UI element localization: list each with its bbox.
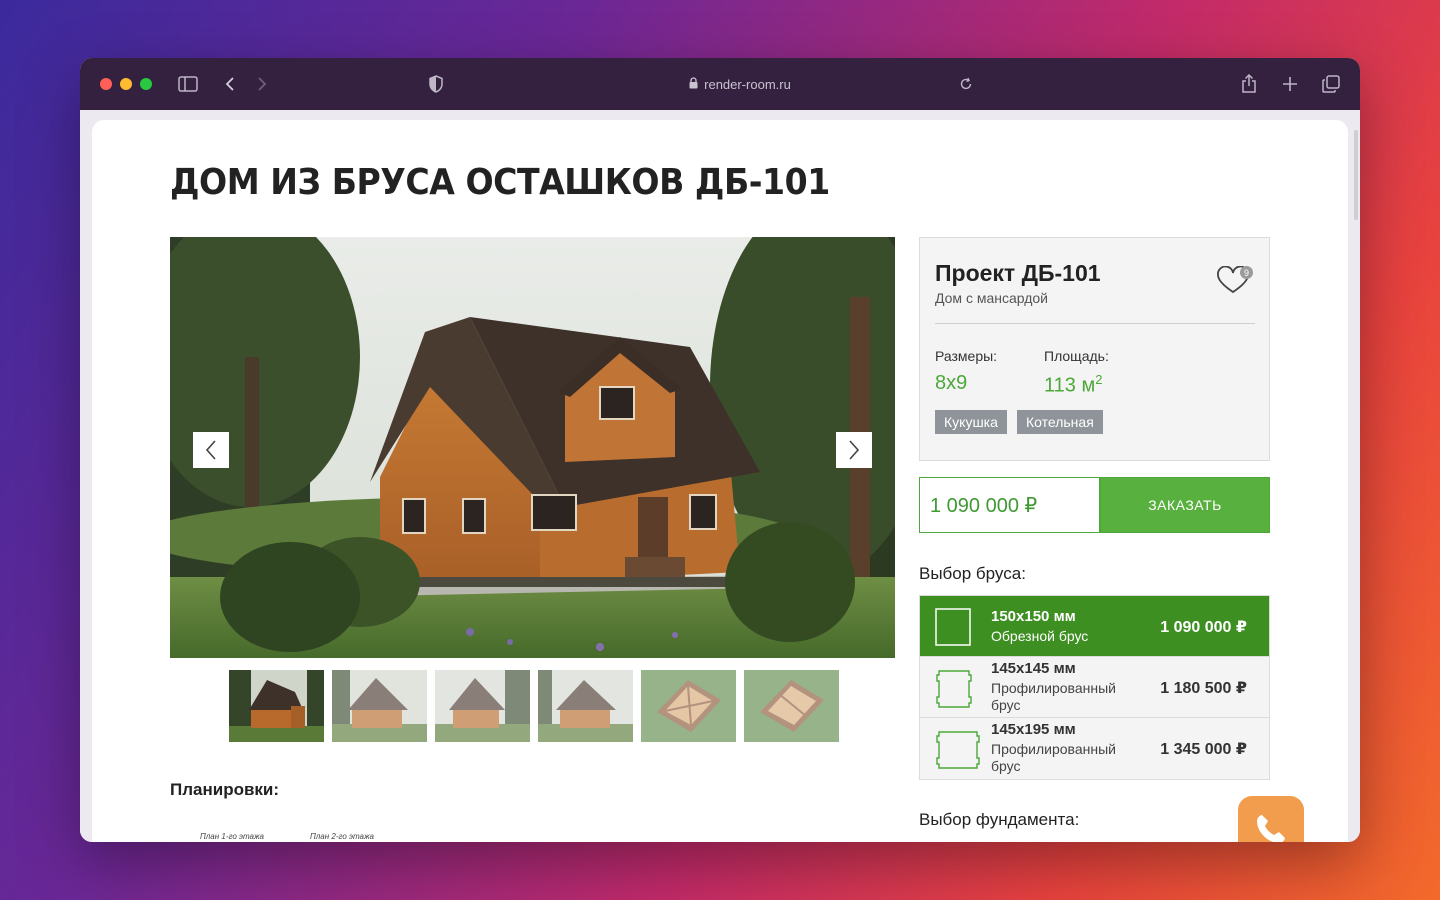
chevron-left-icon <box>205 440 216 460</box>
thumbnail[interactable] <box>538 670 633 742</box>
browser-window: render-room.ru ДОМ ИЗ БРУСА ОСТАШКОВ ДБ-… <box>80 58 1360 842</box>
beam-type: Обрезной брус <box>991 628 1089 644</box>
house-photo <box>170 237 895 658</box>
previous-photo-button[interactable] <box>193 432 229 468</box>
page-scrollbar[interactable] <box>1354 130 1358 220</box>
sidebar-icon[interactable] <box>176 72 200 96</box>
tabs-icon[interactable] <box>1319 72 1343 96</box>
floor-plan-1-label: План 1-го этажа <box>200 832 264 841</box>
shield-icon[interactable] <box>424 72 448 96</box>
phone-icon <box>1257 815 1285 842</box>
project-name: Проект ДБ-101 <box>935 260 1101 286</box>
beam-price: 1 345 000 ₽ <box>1160 741 1247 758</box>
lock-icon <box>689 76 698 92</box>
url-text: render-room.ru <box>704 76 791 92</box>
beam-size: 145x195 мм <box>991 721 1076 738</box>
profiled-beam-icon <box>936 731 980 769</box>
beam-size: 150x150 мм <box>991 608 1076 625</box>
profiled-beam-icon <box>936 670 972 708</box>
thumbnail[interactable] <box>641 670 736 742</box>
minimize-window-button[interactable] <box>120 78 132 90</box>
web-content: ДОМ ИЗ БРУСА ОСТАШКОВ ДБ-101 Планировки:… <box>80 110 1360 842</box>
page-title: ДОМ ИЗ БРУСА ОСТАШКОВ ДБ-101 <box>170 162 830 203</box>
call-button[interactable] <box>1238 796 1304 842</box>
thumbnail[interactable] <box>744 670 839 742</box>
thumbnail[interactable] <box>435 670 530 742</box>
beam-options: 150x150 мм Обрезной брус 1 090 000 ₽ 145… <box>919 595 1270 780</box>
tag-boiler-room[interactable]: Котельная <box>1017 410 1103 434</box>
main-photo-slider[interactable] <box>170 237 895 658</box>
beam-price: 1 180 500 ₽ <box>1160 680 1247 697</box>
tag-cuckoo[interactable]: Кукушка <box>935 410 1007 434</box>
total-price: 1 090 000 ₽ <box>919 477 1100 533</box>
zoom-window-button[interactable] <box>140 78 152 90</box>
area-value: 113 м2 <box>1044 372 1103 397</box>
divider <box>935 323 1255 324</box>
order-button[interactable]: ЗАКАЗАТЬ <box>1100 477 1270 533</box>
beam-option-145x145[interactable]: 145x145 мм Профилированный брус 1 180 50… <box>920 657 1269 718</box>
beam-price: 1 090 000 ₽ <box>1160 619 1247 636</box>
project-subtitle: Дом с мансардой <box>935 290 1048 306</box>
address-bar[interactable]: render-room.ru <box>640 74 840 94</box>
new-tab-icon[interactable] <box>1278 72 1302 96</box>
foundation-title: Выбор фундамента: <box>919 810 1080 829</box>
beam-type: Профилированный брус <box>991 680 1116 713</box>
plans-title: Планировки: <box>170 780 280 799</box>
favorites-count-badge: 9 <box>1240 266 1253 279</box>
back-icon[interactable] <box>218 72 242 96</box>
beam-option-150x150[interactable]: 150x150 мм Обрезной брус 1 090 000 ₽ <box>920 596 1269 657</box>
browser-toolbar: render-room.ru <box>80 58 1360 110</box>
next-photo-button[interactable] <box>836 432 872 468</box>
project-info-card: Проект ДБ-101 Дом с мансардой 9 Размеры:… <box>919 237 1270 461</box>
chevron-right-icon <box>849 440 860 460</box>
thumbnail[interactable] <box>229 670 324 742</box>
beam-option-145x195[interactable]: 145x195 мм Профилированный брус 1 345 00… <box>920 718 1269 779</box>
forward-icon[interactable] <box>250 72 274 96</box>
share-icon[interactable] <box>1237 72 1261 96</box>
beam-type: Профилированный брус <box>991 741 1116 774</box>
floor-plan-2-label: План 2-го этажа <box>310 832 374 841</box>
beam-selection-title: Выбор бруса: <box>919 564 1026 583</box>
reload-icon[interactable] <box>954 72 978 96</box>
sizes-label: Размеры: <box>935 348 998 364</box>
beam-size: 145x145 мм <box>991 660 1076 677</box>
product-page: ДОМ ИЗ БРУСА ОСТАШКОВ ДБ-101 Планировки:… <box>92 120 1348 842</box>
sizes-value: 8x9 <box>935 372 968 394</box>
photo-thumbnails <box>229 670 839 742</box>
square-beam-icon <box>935 608 971 646</box>
area-label: Площадь: <box>1044 348 1109 364</box>
close-window-button[interactable] <box>100 78 112 90</box>
thumbnail[interactable] <box>332 670 427 742</box>
